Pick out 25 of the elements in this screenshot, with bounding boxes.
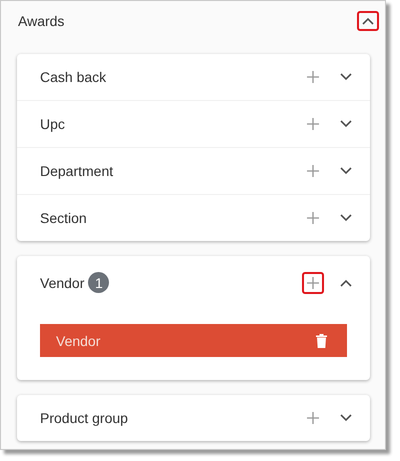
item-label: Vendor — [56, 332, 100, 348]
chevron-down-icon — [340, 214, 352, 222]
section-label: Vendor — [40, 274, 84, 290]
plus-icon — [307, 412, 319, 424]
section-label: Section — [40, 210, 87, 226]
plus-icon — [307, 276, 319, 288]
panel-title: Awards — [18, 13, 64, 29]
chevron-down-icon — [340, 120, 352, 128]
chevron-up-icon — [340, 278, 352, 286]
plus-icon — [307, 118, 319, 130]
section-label: Department — [40, 163, 114, 179]
section-label: Product group — [40, 410, 128, 426]
plus-icon — [307, 212, 319, 224]
section-label: Cash back — [40, 69, 106, 85]
chevron-down-icon — [340, 414, 352, 422]
chevron-up-icon — [362, 17, 374, 25]
chevron-down-icon — [340, 167, 352, 175]
chevron-down-icon — [340, 73, 352, 81]
trash-icon[interactable] — [316, 334, 327, 348]
plus-icon — [307, 71, 319, 83]
plus-icon — [307, 165, 319, 177]
add-button[interactable] — [302, 272, 324, 294]
section-label: Upc — [40, 116, 65, 132]
count-badge: 1 — [88, 272, 110, 293]
collapse-button[interactable] — [357, 11, 379, 31]
